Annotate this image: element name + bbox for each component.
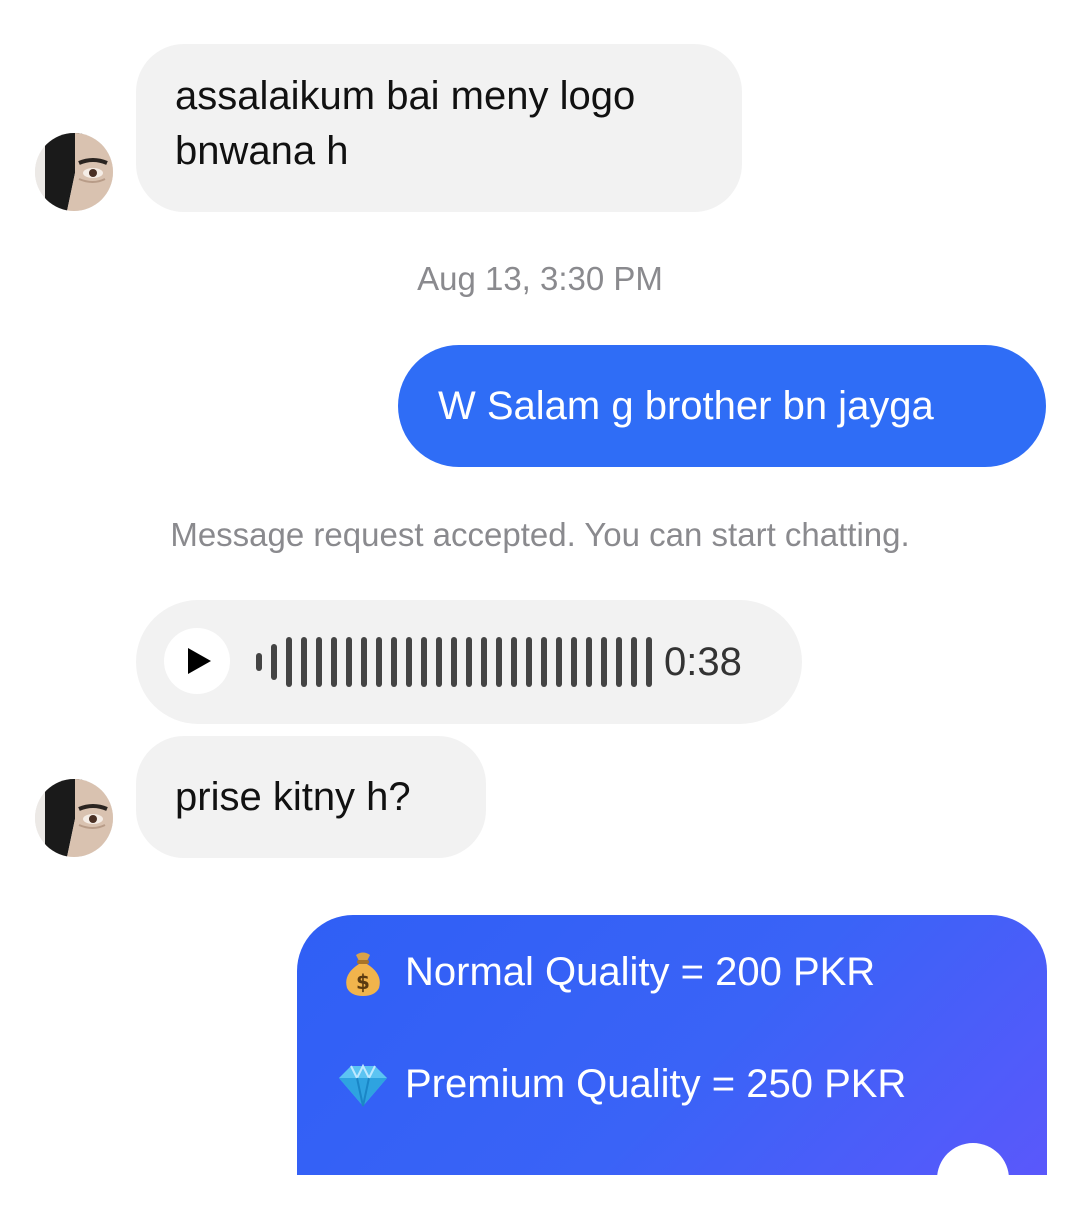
message-text: prise kitny h? <box>175 775 411 819</box>
play-icon <box>188 648 211 674</box>
price-normal-text: Normal Quality = 200 PKR <box>405 950 876 994</box>
avatar-photo <box>35 779 113 857</box>
voice-duration: 0:38 <box>664 640 742 684</box>
incoming-message[interactable]: assalaikum bai meny logo bnwana h <box>136 44 742 212</box>
contact-avatar[interactable] <box>35 133 113 211</box>
voice-message[interactable]: 0:38 <box>136 600 802 724</box>
message-text: assalaikum bai meny logo bnwana h <box>175 74 636 173</box>
gem-icon <box>339 1063 387 1107</box>
price-premium-text: Premium Quality = 250 PKR <box>405 1062 907 1106</box>
price-row-premium: Premium Quality = 250 PKR <box>337 1054 906 1114</box>
message-text: W Salam g brother bn jayga <box>438 384 934 428</box>
avatar-photo <box>35 133 113 211</box>
incoming-message[interactable]: prise kitny h? <box>136 736 486 858</box>
waveform <box>256 637 652 687</box>
pricing-message[interactable]: $ Normal Quality = 200 PKR Premium Quali… <box>297 915 1047 1215</box>
money-bag-icon: $ <box>346 952 380 996</box>
svg-text:$: $ <box>356 970 370 994</box>
reaction-button[interactable] <box>937 1143 1009 1215</box>
timestamp: Aug 13, 3:30 PM <box>417 260 663 297</box>
play-button[interactable] <box>164 628 230 694</box>
system-notice: Message request accepted. You can start … <box>170 516 910 553</box>
price-row-normal: $ Normal Quality = 200 PKR <box>337 942 875 1002</box>
outgoing-message[interactable]: W Salam g brother bn jayga <box>398 345 1046 467</box>
contact-avatar[interactable] <box>35 779 113 857</box>
